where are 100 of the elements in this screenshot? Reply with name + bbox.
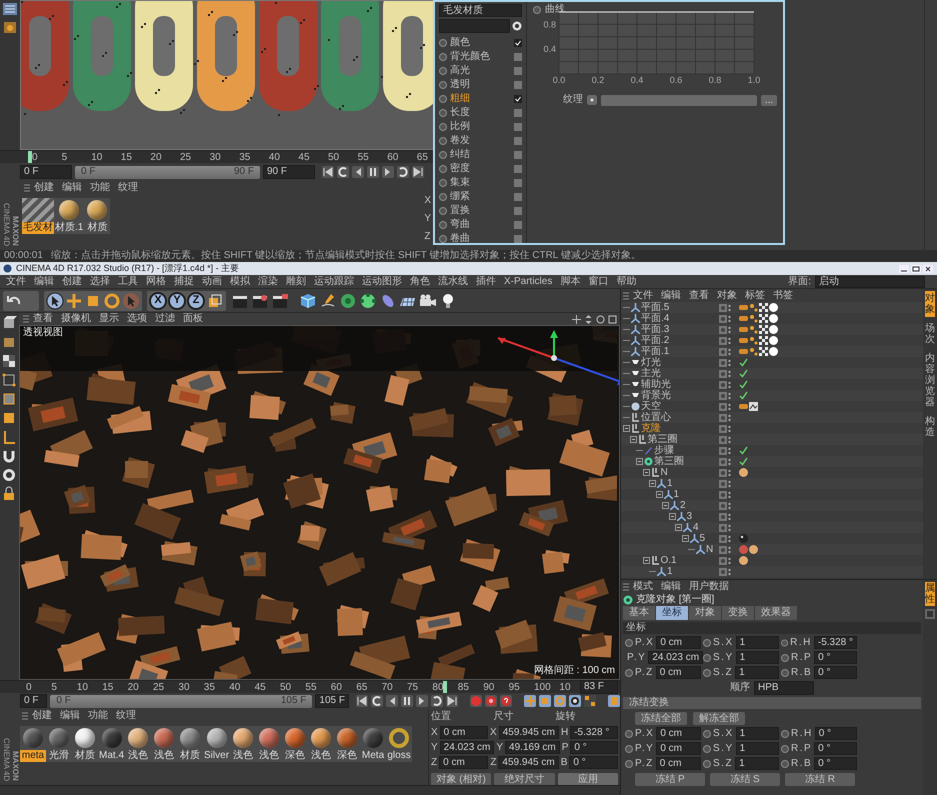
checkbox[interactable]	[514, 95, 522, 103]
menu-item[interactable]: 运动图形	[358, 276, 406, 288]
material-ball[interactable]	[337, 728, 358, 748]
rotation-field[interactable]: 0 °	[569, 756, 618, 769]
material-ball[interactable]	[154, 728, 174, 748]
visibility-dots-icon[interactable]	[728, 446, 731, 454]
menu-item[interactable]: 编辑	[58, 182, 86, 194]
collapse-icon[interactable]	[675, 524, 682, 531]
object-name[interactable]: 5	[700, 533, 706, 544]
orbit-icon[interactable]	[596, 314, 605, 324]
layer-icon[interactable]	[719, 568, 727, 576]
layer-icon[interactable]	[719, 348, 727, 356]
side-tab[interactable]: 属性	[925, 582, 935, 606]
menu-item[interactable]: 渲染	[254, 276, 282, 288]
layer-icon[interactable]	[719, 358, 727, 366]
loop-icon[interactable]	[371, 695, 383, 707]
step-forward-icon[interactable]	[382, 166, 394, 178]
material-label[interactable]: 深色	[282, 750, 308, 762]
checkbox[interactable]	[514, 235, 522, 243]
checkbox[interactable]	[514, 137, 522, 145]
menu-item[interactable]: 用户数据	[685, 580, 733, 592]
visibility-dots-icon[interactable]	[728, 402, 731, 410]
go-end-icon[interactable]	[412, 166, 424, 178]
visibility-dots-icon[interactable]	[728, 326, 731, 334]
collapse-icon[interactable]	[623, 425, 630, 432]
checkbox[interactable]	[514, 109, 522, 117]
radio-icon[interactable]	[587, 95, 597, 105]
object-name[interactable]: 平面.1	[641, 346, 670, 357]
loop-icon[interactable]	[397, 166, 409, 178]
material-ball[interactable]	[87, 200, 108, 220]
material-ball[interactable]	[49, 728, 69, 748]
channel-item[interactable]: 卷曲	[450, 233, 511, 245]
collapse-icon[interactable]	[630, 436, 636, 443]
channel-item[interactable]: 比例	[450, 121, 511, 133]
face-cube-icon[interactable]	[1, 410, 17, 426]
menu-item[interactable]: 模拟	[226, 276, 254, 288]
value-field[interactable]: 1	[736, 636, 779, 649]
panel-icon[interactable]	[925, 609, 935, 619]
material-label[interactable]: 浅色	[308, 750, 334, 762]
size-field[interactable]: 459.945 cm	[498, 756, 559, 769]
value-field[interactable]: 0 cm	[656, 666, 701, 679]
material-ball[interactable]	[180, 728, 200, 748]
object-name[interactable]: 第三圈	[654, 456, 684, 467]
channel-item[interactable]: 置换	[450, 205, 511, 217]
rotate-icon[interactable]	[103, 292, 121, 310]
menu-item[interactable]: 标签	[741, 290, 769, 302]
tab[interactable]: 变换	[722, 606, 754, 620]
checkbox[interactable]	[514, 207, 522, 215]
start-frame-field[interactable]: 0 F	[20, 165, 72, 179]
collapse-icon[interactable]	[636, 458, 643, 465]
position-field[interactable]: 0 cm	[440, 726, 488, 739]
menu-item[interactable]: 模式	[629, 580, 657, 592]
layer-icon[interactable]	[719, 524, 727, 532]
checker-icon[interactable]	[1, 353, 17, 369]
axis-lock-button[interactable]: Z	[187, 292, 205, 310]
value-field[interactable]: 24.023 cm	[648, 651, 704, 664]
checkbox[interactable]	[514, 67, 522, 75]
material-label[interactable]: Silver	[203, 750, 230, 762]
step-back-icon[interactable]	[386, 695, 398, 707]
value-field[interactable]: 1	[736, 742, 779, 755]
help-icon[interactable]	[500, 695, 512, 707]
end-frame-field[interactable]: 90 F	[263, 165, 315, 179]
loop-icon[interactable]	[431, 695, 443, 707]
coordinate-system-icon[interactable]	[206, 292, 224, 310]
axis-lock-button[interactable]: Y	[168, 292, 186, 310]
material-ball[interactable]	[102, 728, 122, 748]
go-end-icon[interactable]	[446, 695, 458, 707]
freeze-button[interactable]: 冻结全部	[635, 712, 687, 725]
value-field[interactable]: 0 °	[814, 757, 857, 770]
object-name[interactable]: 平面.2	[641, 335, 670, 346]
object-name[interactable]: 平面.5	[641, 302, 670, 313]
loop-icon[interactable]	[337, 166, 349, 178]
material-label[interactable]: 深色	[334, 750, 360, 762]
menu-item[interactable]: 文件	[2, 276, 30, 288]
clapper-icon[interactable]	[271, 292, 289, 310]
menu-item[interactable]: 编辑	[657, 580, 685, 592]
visibility-dots-icon[interactable]	[728, 414, 731, 422]
side-tab[interactable]: 内容浏览器	[925, 351, 935, 410]
visibility-dots-icon[interactable]	[728, 436, 731, 444]
object-name[interactable]: 克隆	[641, 423, 661, 434]
material-label[interactable]: meta	[20, 750, 46, 762]
object-name[interactable]: 主光	[641, 368, 661, 379]
order-dropdown[interactable]: HPB	[754, 681, 814, 695]
collapse-icon[interactable]	[682, 535, 688, 542]
channel-item[interactable]: 透明	[450, 79, 511, 91]
visibility-dots-icon[interactable]	[728, 534, 731, 542]
l-shape-icon[interactable]	[1, 429, 17, 445]
current-frame-field[interactable]: 83 F	[580, 680, 618, 694]
material-label[interactable]: 浅色	[125, 750, 152, 762]
cursor-icon[interactable]	[46, 292, 64, 310]
channel-item[interactable]: 密度	[450, 163, 511, 175]
collapse-icon[interactable]	[656, 491, 662, 498]
menu-item[interactable]: 书签	[769, 290, 797, 302]
layer-icon[interactable]	[719, 534, 727, 542]
dotted-cube-icon[interactable]	[1, 372, 17, 388]
magnet-icon[interactable]	[1, 448, 17, 464]
object-name[interactable]: 位置心	[641, 412, 671, 423]
material-swatch[interactable]	[22, 198, 54, 222]
object-name[interactable]: 1	[667, 566, 673, 577]
channel-item[interactable]: 高光	[450, 65, 511, 77]
